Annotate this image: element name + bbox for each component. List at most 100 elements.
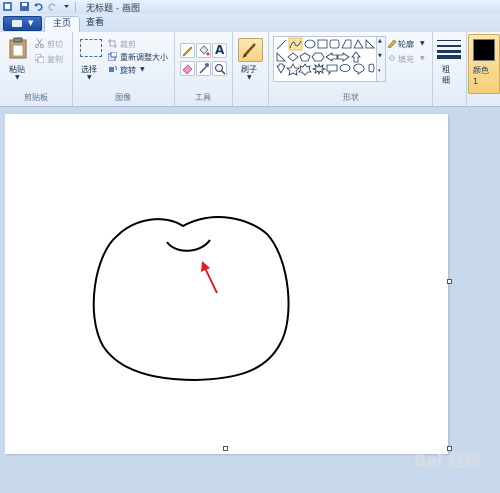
up-arrow-shape-icon (351, 51, 361, 63)
copy-icon (35, 54, 44, 63)
menu-icon (12, 20, 22, 27)
selected-shape-highlight (288, 37, 303, 51)
save-icon[interactable] (20, 2, 29, 11)
image-group-label: 图像 (115, 93, 131, 102)
outline-button[interactable]: 轮廓 (398, 39, 414, 50)
oval-callout-icon (339, 64, 351, 72)
rectangle-shape-icon (317, 39, 328, 49)
fill-tool[interactable] (196, 43, 211, 58)
pencil-tool[interactable] (180, 43, 195, 58)
chevron-down-icon: ▼ (28, 19, 34, 27)
left-arrow-shape-icon (337, 52, 350, 62)
fill-button[interactable]: 填充 (398, 54, 414, 65)
rotate-button[interactable]: 旋转 (120, 65, 136, 76)
text-tool[interactable]: A (212, 43, 227, 58)
size-group: 粗细 (432, 32, 467, 106)
shapes-group-label: 形状 (343, 93, 359, 102)
brushes-button[interactable] (238, 38, 263, 62)
eraser-tool[interactable] (180, 61, 195, 76)
brush-icon (242, 43, 256, 58)
color-picker-tool[interactable] (196, 61, 211, 76)
size-button[interactable]: 粗细 (442, 64, 454, 86)
outline-chevron-icon[interactable]: ▼ (420, 40, 425, 47)
title-separator (75, 2, 76, 12)
clipboard-group-label: 剪贴板 (24, 93, 48, 102)
paint-app-icon (3, 2, 12, 11)
cut-button[interactable]: 剪切 (47, 39, 63, 50)
drawing-canvas[interactable] (5, 114, 448, 454)
redo-icon[interactable] (48, 2, 57, 11)
image-group: 选择 ▼ 裁剪 重新调整大小 旋转 ▼ 图像 (72, 32, 175, 106)
ribbon-tab-bar: ▼ 主页 查看 (0, 14, 500, 32)
paint-bucket-icon (199, 45, 210, 56)
resize-handle-right[interactable] (447, 279, 452, 284)
down-arrow-shape-icon (276, 63, 286, 74)
resize-icon (108, 52, 117, 61)
hexagon-shape-icon (311, 52, 325, 62)
drawing (92, 216, 290, 382)
tools-group-label: 工具 (195, 93, 211, 102)
brushes-chevron-icon[interactable]: ▼ (247, 74, 252, 81)
pencil-icon (182, 46, 193, 57)
brushes-group: 刷子 ▼ (232, 32, 269, 106)
red-arrow-line (204, 267, 218, 294)
line-size-icon[interactable] (437, 39, 461, 59)
shapes-gallery-icons (276, 37, 375, 76)
clipboard-group: 粘贴 ▼ 剪切 复制 剪贴板 (0, 32, 73, 106)
tools-group: A 工具 (174, 32, 233, 106)
customize-arrow-icon[interactable] (62, 2, 71, 11)
shapes-gallery (273, 36, 377, 82)
six-point-star-icon (298, 63, 312, 76)
fill-chevron-icon[interactable]: ▼ (420, 55, 425, 62)
crop-icon (108, 39, 117, 48)
color1-button[interactable]: 颜色 1 (468, 34, 500, 94)
paint-menu-button[interactable]: ▼ (3, 16, 42, 31)
diamond-shape-icon (287, 52, 299, 62)
tab-home[interactable]: 主页 (44, 16, 81, 32)
color1-label: 颜色 1 (473, 66, 489, 86)
triangle-shape-icon (353, 39, 364, 49)
more-shapes-icon[interactable]: ▾ (378, 68, 381, 74)
scissors-icon (35, 39, 44, 48)
scroll-down-icon[interactable]: ▼ (378, 53, 382, 59)
five-point-star-icon (286, 63, 300, 76)
cloud-callout-icon (353, 63, 365, 75)
scroll-up-icon[interactable]: ▲ (378, 38, 382, 44)
copy-button[interactable]: 复制 (47, 54, 63, 65)
window-title: 无标题 - 画图 (86, 4, 140, 14)
eyedropper-icon (199, 63, 209, 74)
select-icon[interactable] (80, 39, 102, 57)
rotate-chevron-icon[interactable]: ▼ (140, 66, 145, 73)
star-burst-icon (311, 62, 327, 76)
paste-chevron-icon[interactable]: ▼ (15, 74, 20, 81)
paste-icon[interactable] (9, 37, 27, 59)
resize-handle-bottom[interactable] (223, 446, 228, 451)
undo-icon[interactable] (34, 2, 43, 11)
magnifier-tool[interactable] (212, 61, 227, 76)
shapes-scrollbar[interactable]: ▲ ▼ ▾ (376, 36, 386, 82)
rounded-rectangle-shape-icon (329, 39, 340, 49)
right-triangle-shape-icon (365, 39, 375, 49)
fill-icon (388, 54, 396, 62)
polygon-shape-icon (341, 39, 352, 49)
rotate-icon (109, 65, 117, 72)
right-arrow-shape-icon (325, 52, 338, 62)
pentagon-shape-icon (299, 52, 311, 62)
select-chevron-icon[interactable]: ▼ (87, 74, 92, 81)
eraser-icon (182, 64, 193, 75)
watermark: Bai 经验 (413, 451, 480, 470)
crop-button[interactable]: 裁剪 (120, 39, 136, 50)
text-tool-label: A (215, 43, 225, 57)
shapes-group: ▲ ▼ ▾ 轮廓 ▼ 填充 ▼ 形状 (270, 32, 433, 106)
magnifier-icon (215, 64, 226, 75)
resize-button[interactable]: 重新调整大小 (120, 52, 168, 63)
canvas-area: Bai 经验 (0, 107, 500, 493)
line-shape-icon (276, 39, 287, 50)
title-bar: 无标题 - 画图 (0, 0, 500, 15)
color1-swatch (473, 39, 495, 61)
apple-outline-shape (92, 216, 290, 382)
tab-view[interactable]: 查看 (78, 16, 112, 31)
right-triangle-2-shape-icon (276, 52, 286, 62)
rect-callout-icon (326, 64, 338, 76)
oval-shape-icon (304, 39, 316, 49)
